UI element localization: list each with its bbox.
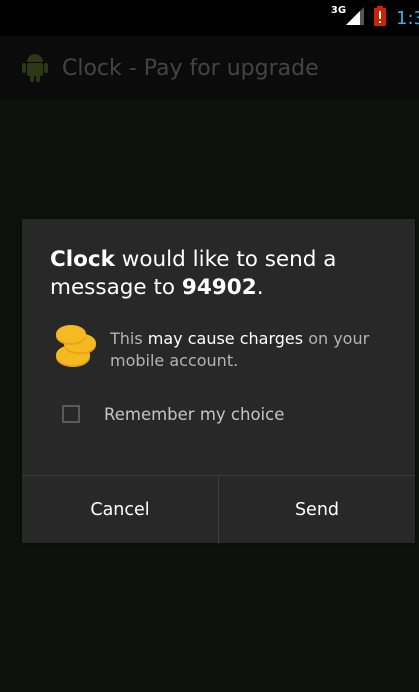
remember-choice-checkbox[interactable] bbox=[62, 405, 80, 423]
dialog-button-bar: Cancel Send bbox=[22, 475, 415, 544]
android-app-icon bbox=[20, 50, 50, 86]
send-sms-permission-dialog: Clock would like to send a message to 94… bbox=[22, 219, 415, 544]
status-icons: 3G 1:3 bbox=[331, 4, 419, 32]
charges-text-highlight: may cause charges bbox=[147, 329, 304, 348]
network-type-label: 3G bbox=[330, 4, 347, 16]
remember-choice-row[interactable]: Remember my choice bbox=[62, 399, 382, 429]
clock-time: 1:3 bbox=[396, 7, 419, 29]
cancel-button[interactable]: Cancel bbox=[22, 476, 219, 544]
dialog-title-period: . bbox=[256, 275, 264, 300]
dialog-title: Clock would like to send a message to 94… bbox=[50, 246, 400, 302]
remember-choice-label[interactable]: Remember my choice bbox=[104, 405, 284, 424]
charges-text-part1: This bbox=[110, 329, 148, 348]
app-title: Clock - Pay for upgrade bbox=[62, 55, 319, 81]
battery-alert-icon bbox=[374, 6, 387, 30]
send-button[interactable]: Send bbox=[219, 476, 415, 544]
signal-icon bbox=[346, 7, 365, 29]
dialog-app-name: Clock bbox=[50, 247, 115, 272]
charges-warning: This may cause charges on your mobile ac… bbox=[54, 325, 404, 385]
action-bar: Clock - Pay for upgrade bbox=[0, 36, 419, 100]
charges-text: This may cause charges on your mobile ac… bbox=[110, 328, 400, 372]
dialog-phone-number: 94902 bbox=[181, 275, 257, 300]
coins-icon bbox=[54, 325, 100, 375]
status-bar: 3G 1:3 bbox=[0, 0, 419, 36]
